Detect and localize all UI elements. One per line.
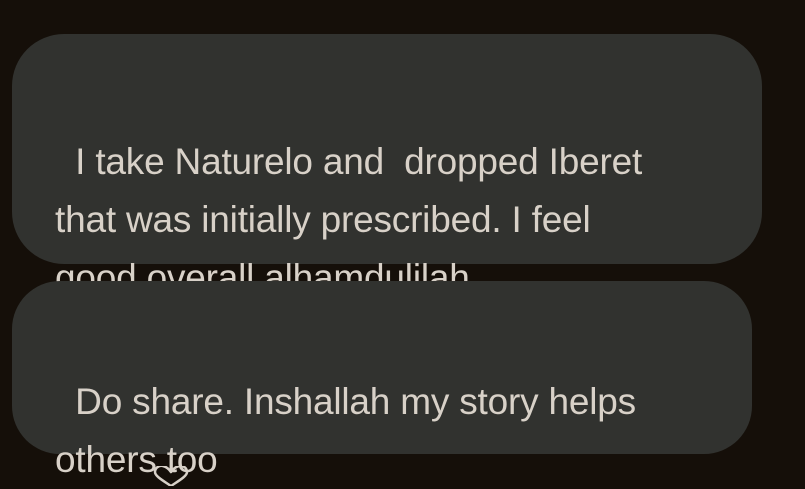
heart-icon[interactable] [150,466,192,486]
message-bubble[interactable]: I take Naturelo and dropped Iberet that … [12,34,762,298]
message-bubble[interactable]: Do share. Inshallah my story helps other… [12,281,752,480]
message-text: I take Naturelo and dropped Iberet that … [55,141,643,298]
message-text: Do share. Inshallah my story helps other… [55,381,636,480]
